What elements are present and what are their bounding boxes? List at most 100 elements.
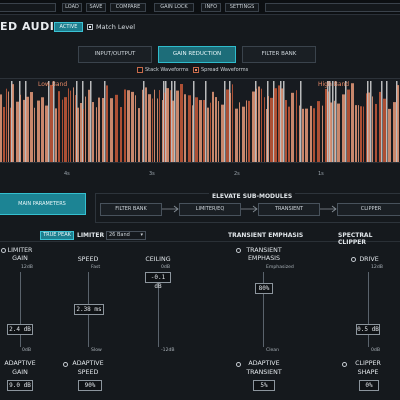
waveform-bar [142, 89, 143, 162]
waveform-bar [172, 100, 174, 162]
waveform-bar [368, 92, 370, 162]
gain-reduction-bar [224, 81, 226, 162]
adaptive-speed-value[interactable]: 90% [78, 380, 102, 391]
spread-waveforms-checkbox[interactable] [193, 67, 199, 73]
waveform-bar [230, 92, 231, 162]
compare-button[interactable]: COMPARE [110, 3, 146, 12]
waveform-bar [98, 97, 100, 162]
tab-input-output[interactable]: INPUT/OUTPUT [78, 46, 152, 63]
drive-value[interactable]: 0.5 dB [356, 324, 380, 335]
waveform-bar [6, 88, 7, 162]
module-filter-bank[interactable]: FILTER BANK [100, 203, 162, 216]
adaptive-transient-value[interactable]: 5% [253, 380, 275, 391]
waveform-bar [366, 93, 367, 162]
waveform-bar [127, 90, 130, 162]
waveform-bar [138, 108, 140, 162]
adaptive-gain-label-1: ADAPTIVE [4, 360, 36, 367]
tab-gain-reduction[interactable]: GAIN REDUCTION [158, 46, 236, 63]
transient-emphasis-max: Emphasized [266, 265, 294, 270]
waveform-bar [12, 84, 14, 162]
time-label-1s: 1s [318, 171, 324, 177]
waveform-bar [375, 103, 377, 162]
waveform-bar [278, 85, 280, 162]
settings-button[interactable]: SETTINGS [225, 3, 259, 12]
module-chain-arrows [162, 205, 337, 213]
waveform-bar [77, 107, 79, 162]
ceiling-value[interactable]: -0.1 dB [145, 272, 171, 290]
waveform-bar [62, 99, 63, 162]
transient-emphasis-min: Clean [266, 348, 280, 353]
toolbar-extra-field[interactable] [265, 3, 400, 12]
waveform-bar [188, 95, 191, 162]
clipper-shape-value[interactable]: 0% [359, 380, 379, 391]
limiter-gain-max: 12dB [21, 265, 33, 270]
transient-title: TRANSIENT EMPHASIS [228, 232, 304, 239]
waveform-bar [281, 88, 283, 162]
adaptive-gain-label-2: GAIN [12, 369, 28, 376]
waveform-bar [285, 100, 287, 162]
limiter-gain-value[interactable]: 2.4 dB [7, 324, 33, 335]
waveform-bar [270, 97, 273, 162]
adaptive-gain-value[interactable]: 9.0 dB [7, 380, 33, 391]
drive-min: 0dB [371, 348, 380, 353]
active-button[interactable]: ACTIVE [54, 22, 83, 32]
waveform-bar [170, 90, 171, 162]
waveform-bar [358, 105, 359, 162]
arrow-right-icon [162, 205, 179, 213]
gain-lock-button[interactable]: GAIN LOCK [154, 3, 194, 12]
preset-field[interactable] [0, 3, 56, 12]
stack-waveforms-checkbox[interactable] [137, 67, 143, 73]
info-button[interactable]: INFO [201, 3, 221, 12]
waveform-bar [393, 102, 396, 162]
waveform-bar [261, 88, 262, 162]
band-select[interactable]: 26 Band ▾ [106, 231, 146, 240]
waveform-bar [299, 105, 300, 162]
ceiling-max: 0dB [161, 265, 170, 270]
waveform-bar [347, 89, 350, 162]
waveform-bar [162, 100, 163, 162]
drive-slider[interactable] [368, 272, 369, 347]
gain-reduction-bar [205, 81, 207, 162]
gain-reduction-bar [335, 81, 337, 162]
speed-value[interactable]: 2.38 ms [74, 304, 104, 315]
speed-max: Fast [91, 265, 101, 270]
clipper-shape-label-2: SHAPE [357, 369, 379, 376]
high-band-label: High Band [318, 81, 350, 88]
time-label-3s: 3s [149, 171, 155, 177]
true-peak-button[interactable]: TRUE PEAK [40, 231, 74, 240]
waveform-bar [397, 85, 399, 162]
transient-emphasis-label-2: EMPHASIS [247, 255, 281, 262]
waveform-bar [360, 106, 362, 162]
gain-reduction-bar [90, 81, 92, 162]
clipper-title: SPECTRAL CLIPPER [338, 232, 373, 246]
waveform-bar [83, 108, 84, 162]
waveform-bar [310, 105, 312, 162]
time-label-4s: 4s [64, 171, 70, 177]
save-button[interactable]: SAVE [86, 3, 106, 12]
tab-filter-bank[interactable]: FILTER BANK [242, 46, 316, 63]
clipper-shape-power-icon[interactable] [342, 362, 347, 367]
main-parameters-button[interactable]: MAIN PARAMETERS [0, 193, 86, 215]
waveform-bar [164, 92, 165, 162]
limiter-gain-label-2: GAIN [12, 255, 28, 262]
waveform-bar [154, 89, 155, 162]
module-clipper[interactable]: CLIPPER [337, 203, 400, 216]
waveform-bar [266, 108, 267, 162]
waveform-bar [317, 101, 320, 162]
waveform-bar [3, 106, 5, 162]
waveform-bar [10, 107, 11, 162]
waveform-bar [73, 87, 74, 162]
load-button[interactable]: LOAD [62, 3, 82, 12]
ceiling-min: -12dB [161, 348, 175, 353]
speed-min: Slow [91, 348, 102, 353]
drive-max: 12dB [371, 265, 383, 270]
waveform-bar [88, 89, 90, 162]
waveform-bar [199, 100, 202, 162]
speed-label: SPEED [77, 256, 99, 263]
waveform-bar [302, 108, 304, 162]
waveform-bar [20, 94, 21, 162]
transient-emphasis-value[interactable]: 80% [255, 283, 273, 294]
waveform-bar [258, 86, 260, 162]
match-level-checkbox[interactable] [87, 24, 93, 30]
limiter-gain-slider[interactable] [20, 272, 21, 347]
